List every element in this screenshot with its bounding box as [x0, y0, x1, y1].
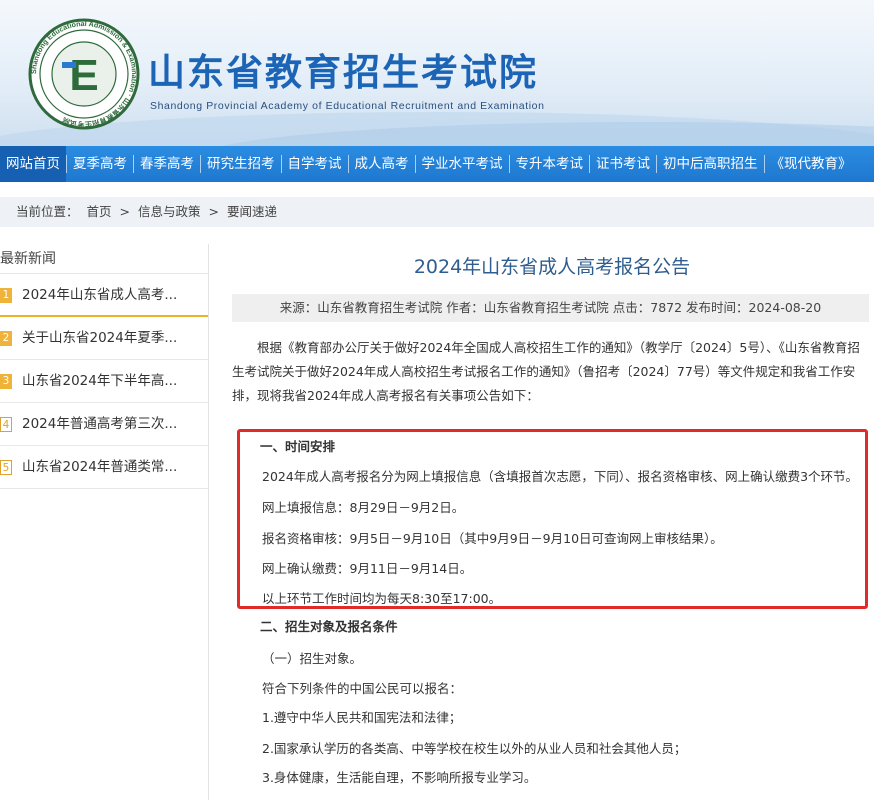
nav-item-modern-education[interactable]: 《现代教育》	[765, 146, 858, 182]
news-rank-badge: 1	[0, 288, 12, 303]
nav-item-spring-exam[interactable]: 春季高考	[134, 146, 200, 182]
nav-item-self-study[interactable]: 自学考试	[282, 146, 348, 182]
sidebar-news-item[interactable]: 5 山东省2024年普通类常...	[0, 446, 208, 489]
academy-seal-logo[interactable]: Shandong Educational Admission & Examina…	[28, 18, 140, 130]
article-meta: 来源：山东省教育招生考试院 作者：山东省教育招生考试院 点击：7872 发布时间…	[232, 294, 869, 322]
nav-divider	[200, 155, 201, 173]
sidebar-heading: 最新新闻	[0, 244, 208, 274]
nav-divider	[414, 155, 416, 173]
news-link[interactable]: 2024年普通高考第三次...	[22, 416, 177, 432]
breadcrumb-label: 当前位置：	[16, 204, 79, 219]
article-line: 网上确认缴费：9月11日－9月14日。	[262, 561, 473, 576]
breadcrumb-separator: >	[208, 204, 219, 219]
site-title: 山东省教育招生考试院	[148, 51, 538, 94]
news-link[interactable]: 2024年山东省成人高考...	[22, 287, 177, 303]
highlight-box	[237, 429, 868, 609]
article-intro: 根据《教育部办公厅关于做好2024年全国成人高校招生工作的通知》（教学厅〔202…	[232, 340, 860, 403]
article-title: 2024年山东省成人高考报名公告	[413, 256, 691, 278]
news-rank-badge: 3	[0, 374, 12, 389]
breadcrumb: 当前位置： 首页 > 信息与政策 > 要闻速递	[0, 197, 874, 227]
article-line: 网上填报信息：8月29日－9月2日。	[262, 500, 465, 515]
section-heading: 一、时间安排	[260, 439, 336, 454]
site-subtitle: Shandong Provincial Academy of Education…	[150, 100, 545, 112]
sidebar-news-item[interactable]: 3 山东省2024年下半年高...	[0, 360, 208, 403]
article-line: 2024年成人高考报名分为网上填报信息（含填报首次志愿，下同）、报名资格审核、网…	[262, 469, 859, 484]
nav-divider	[347, 155, 349, 173]
nav-item-proficiency-exam[interactable]: 学业水平考试	[416, 146, 509, 182]
sidebar-news-item[interactable]: 4 2024年普通高考第三次...	[0, 403, 208, 446]
breadcrumb-home-link[interactable]: 首页	[87, 204, 112, 219]
nav-item-vocational[interactable]: 初中后高职招生	[657, 146, 764, 182]
nav-item-upgrade-exam[interactable]: 专升本考试	[510, 146, 590, 182]
nav-item-graduate-exam[interactable]: 研究生招考	[201, 146, 281, 182]
article-line: 报名资格审核：9月5日－9月10日（其中9月9日－9月10日可查询网上审核结果）…	[262, 531, 723, 546]
nav-divider	[133, 155, 134, 173]
article-line: 3.身体健康，生活能自理，不影响所报专业学习。	[262, 770, 537, 785]
section-heading: 二、招生对象及报名条件	[260, 619, 398, 634]
news-link[interactable]: 山东省2024年下半年高...	[22, 373, 177, 389]
news-link[interactable]: 山东省2024年普通类常...	[22, 459, 177, 475]
sidebar-news-item[interactable]: 1 2024年山东省成人高考...	[0, 274, 208, 317]
article-line: 2.国家承认学历的各类高、中等学校在校生以外的从业人员和社会其他人员；	[262, 741, 687, 756]
main-nav: 网站首页 夏季高考 春季高考 研究生招考 自学考试 成人高考 学业水平考试 专升…	[0, 146, 874, 182]
article: 2024年山东省成人高考报名公告 来源：山东省教育招生考试院 作者：山东省教育招…	[232, 244, 874, 800]
breadcrumb-separator: >	[119, 204, 130, 219]
latest-news-sidebar: 最新新闻 1 2024年山东省成人高考... 2 关于山东省2024年夏季...…	[0, 244, 209, 800]
site-header: Shandong Educational Admission & Examina…	[0, 0, 874, 146]
nav-divider	[763, 155, 765, 173]
article-line: 符合下列条件的中国公民可以报名：	[262, 681, 463, 696]
article-line: 以上环节工作时间均为每天8:30至17:00。	[262, 591, 502, 606]
nav-divider	[656, 155, 657, 173]
news-rank-badge: 2	[0, 331, 12, 346]
article-line: 1.遵守中华人民共和国宪法和法律；	[262, 710, 462, 725]
news-rank-badge: 5	[0, 460, 12, 475]
nav-divider	[508, 155, 510, 173]
sidebar-news-item[interactable]: 2 关于山东省2024年夏季...	[0, 317, 208, 360]
breadcrumb-policy-link[interactable]: 信息与政策	[138, 204, 201, 219]
breadcrumb-news-link[interactable]: 要闻速递	[227, 204, 277, 219]
nav-divider	[280, 155, 282, 173]
nav-item-adult-exam[interactable]: 成人高考	[349, 146, 415, 182]
seal-letter: E	[69, 51, 98, 100]
news-rank-badge: 4	[0, 417, 12, 432]
nav-item-home[interactable]: 网站首页	[0, 146, 66, 182]
nav-item-certificate-exam[interactable]: 证书考试	[590, 146, 656, 182]
nav-item-summer-exam[interactable]: 夏季高考	[67, 146, 133, 182]
news-link[interactable]: 关于山东省2024年夏季...	[22, 330, 177, 346]
nav-divider	[66, 155, 67, 173]
nav-divider	[589, 155, 590, 173]
article-line: （一）招生对象。	[262, 651, 363, 666]
